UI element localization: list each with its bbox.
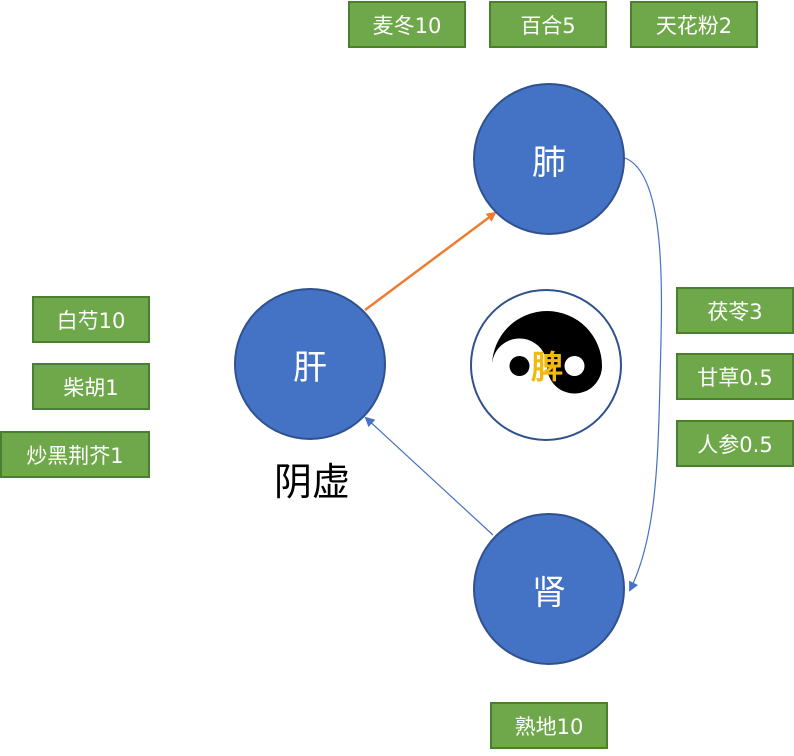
herb-box: 人参0.5	[676, 420, 794, 467]
herb-box: 白芍10	[32, 296, 150, 343]
organ-liver: 肝	[234, 288, 386, 440]
pattern-caption: 阴虚	[273, 459, 350, 504]
herb-box: 天花粉2	[630, 1, 758, 48]
herb-box: 柴胡1	[32, 363, 150, 410]
herb-box: 甘草0.5	[676, 353, 794, 400]
herb-box: 熟地10	[490, 702, 608, 749]
organ-kidney-label: 肾	[532, 572, 566, 613]
organ-kidney: 肾	[473, 513, 625, 665]
arrow-liver-to-lung	[364, 211, 497, 312]
herb-box: 茯苓3	[676, 287, 794, 334]
organ-spleen-label: 脾	[530, 348, 563, 386]
arrow-lung-to-kidney	[624, 157, 663, 592]
herb-box: 炒黑荆芥1	[0, 431, 150, 478]
herb-box: 百合5	[489, 1, 607, 48]
herb-box: 麦冬10	[348, 1, 466, 48]
arrow-kidney-to-liver	[364, 416, 494, 536]
organ-lung: 肺	[473, 83, 625, 235]
organ-liver-label: 肝	[293, 347, 327, 388]
organ-lung-label: 肺	[532, 142, 566, 183]
